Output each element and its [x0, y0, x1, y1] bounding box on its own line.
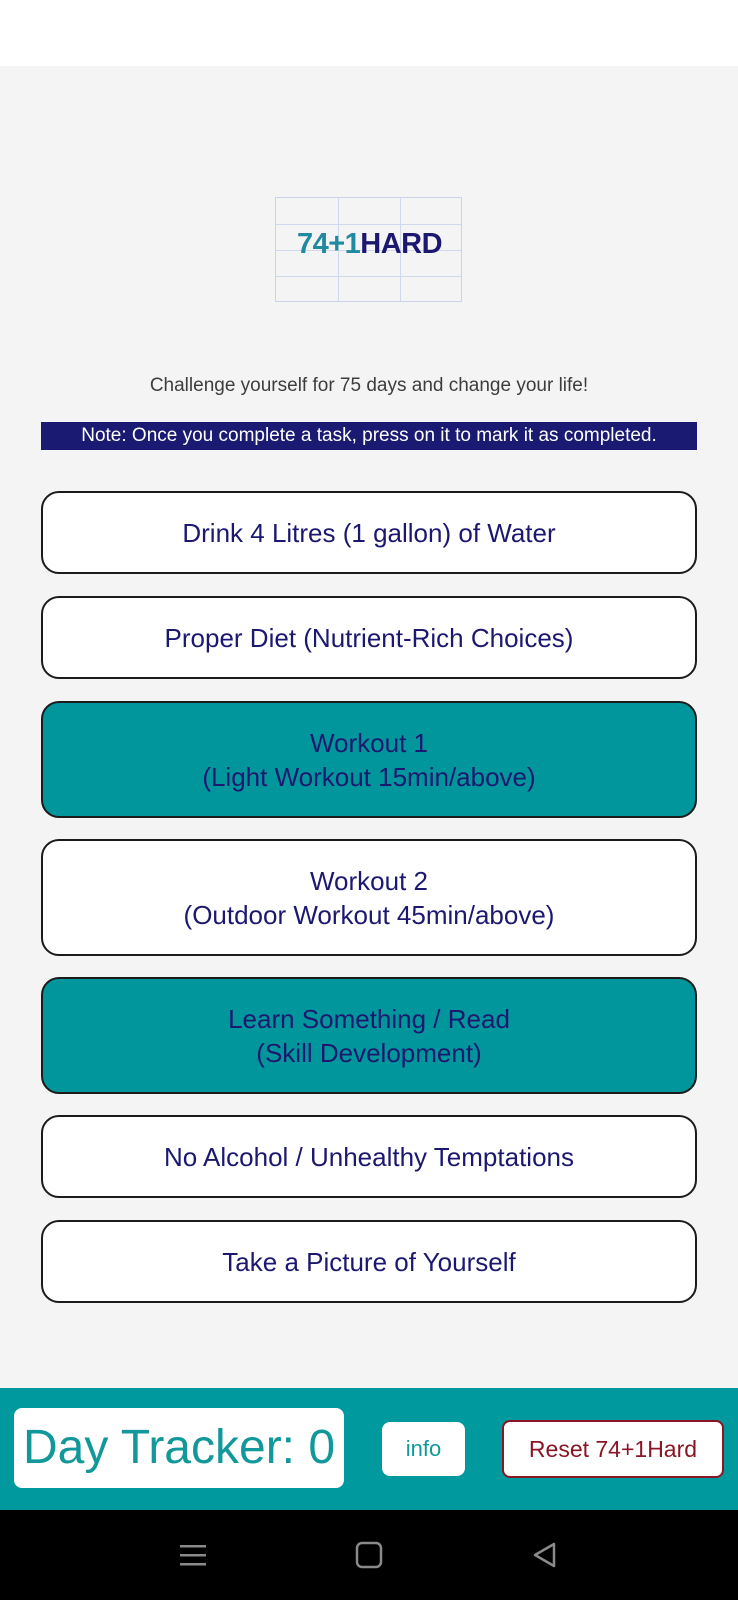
logo-number: 74+1 [296, 228, 361, 260]
task-label: Proper Diet (Nutrient-Rich Choices) [164, 622, 574, 653]
home-square-icon[interactable] [354, 1540, 384, 1570]
task-sublabel: (Outdoor Workout 45min/above) [183, 899, 555, 930]
task-learn-read[interactable]: Learn Something / Read (Skill Developmen… [41, 977, 697, 1094]
task-label: Workout 1 [309, 727, 428, 758]
task-label: Take a Picture of Yourself [222, 1246, 516, 1277]
task-sublabel: (Skill Development) [256, 1037, 482, 1068]
logo-text: 74+1HARD [276, 228, 463, 261]
task-picture[interactable]: Take a Picture of Yourself [41, 1220, 697, 1303]
task-label: Drink 4 Litres (1 gallon) of Water [182, 517, 556, 548]
status-bar [0, 0, 738, 66]
tagline: Challenge yourself for 75 days and chang… [149, 375, 589, 396]
task-label: Learn Something / Read [228, 1003, 510, 1034]
menu-icon[interactable] [178, 1540, 208, 1570]
day-tracker: Day Tracker: 0 [14, 1408, 344, 1488]
logo-word: HARD [360, 228, 443, 260]
instruction-note: Note: Once you complete a task, press on… [41, 422, 697, 450]
task-workout-2[interactable]: Workout 2 (Outdoor Workout 45min/above) [41, 839, 697, 956]
app-logo: 74+1HARD [275, 197, 462, 302]
system-nav-bar [0, 1510, 738, 1600]
info-button[interactable]: info [382, 1422, 465, 1476]
task-diet[interactable]: Proper Diet (Nutrient-Rich Choices) [41, 596, 697, 679]
task-no-alcohol[interactable]: No Alcohol / Unhealthy Temptations [41, 1115, 697, 1198]
task-sublabel: (Light Workout 15min/above) [202, 761, 536, 792]
task-label: No Alcohol / Unhealthy Temptations [164, 1141, 574, 1172]
task-water[interactable]: Drink 4 Litres (1 gallon) of Water [41, 491, 697, 574]
back-triangle-icon[interactable] [530, 1540, 560, 1570]
bottom-bar: Day Tracker: 0 info Reset 74+1Hard [0, 1388, 738, 1510]
task-workout-1[interactable]: Workout 1 (Light Workout 15min/above) [41, 701, 697, 818]
reset-button[interactable]: Reset 74+1Hard [502, 1420, 724, 1478]
app-screen: 74+1HARD Challenge yourself for 75 days … [0, 0, 738, 1600]
task-label: Workout 2 [309, 865, 428, 896]
